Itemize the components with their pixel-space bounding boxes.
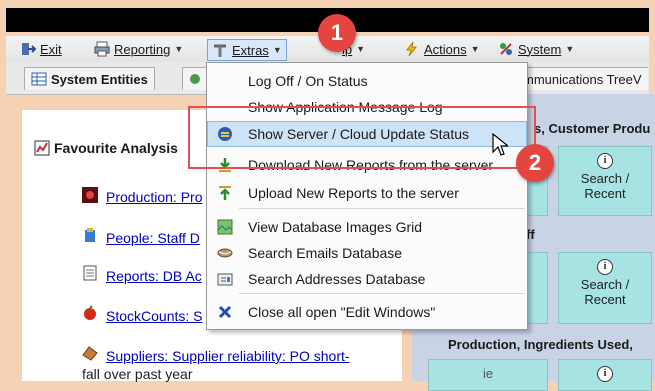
system-icon (500, 43, 512, 55)
section-production: Production, Ingredients Used, (448, 337, 633, 352)
tab-communications[interactable]: mmunications TreeV (516, 67, 648, 90)
table-icon (31, 72, 47, 86)
menu-item-label: Search Emails Database (248, 245, 403, 261)
mouse-cursor-icon (492, 133, 508, 156)
favourites-title: Favourite Analysis (54, 140, 178, 156)
chevron-down-icon: ▼ (174, 44, 184, 54)
tab-communications-label: mmunications TreeV (523, 71, 642, 87)
menu-exit[interactable]: Exit (20, 40, 62, 58)
printer-icon (94, 41, 110, 57)
tile-partial-text: ie (482, 366, 494, 381)
menu-reporting[interactable]: Reporting ▼ (94, 40, 183, 58)
fav-link-suppliers[interactable]: Suppliers: Supplier reliability: PO shor… (106, 348, 350, 364)
supplier-icon (82, 346, 98, 361)
apple-icon (84, 305, 96, 320)
menu-extras[interactable]: Extras ▼ (207, 39, 287, 61)
tile-label-line2: Recent (584, 292, 626, 307)
extras-dropdown-menu: Log Off / On Status Show Application Mes… (206, 62, 528, 330)
menu-item-label: Log Off / On Status (248, 73, 368, 89)
menu-item-close-edit-windows[interactable]: Close all open "Edit Windows" (208, 300, 526, 324)
chevron-down-icon: ▼ (470, 44, 480, 54)
addresses-icon (217, 273, 233, 286)
menu-reporting-label: Reporting (114, 41, 171, 57)
tile-label-line1: Search / (580, 277, 630, 292)
menu-item-search-emails[interactable]: Search Emails Database (208, 241, 526, 265)
step-badge-2: 2 (516, 144, 554, 182)
menu-item-label: View Database Images Grid (248, 219, 423, 235)
exit-icon (22, 43, 36, 55)
menu-separator (239, 293, 525, 294)
tile-label-line1: Search / (580, 171, 630, 186)
info-icon: i (597, 153, 613, 169)
tile-label-line2: Recent (584, 186, 626, 201)
menu-item-upload-reports[interactable]: Upload New Reports to the server (208, 181, 526, 205)
menu-actions[interactable]: Actions ▼ (404, 40, 480, 58)
emails-icon (217, 248, 233, 258)
upload-icon (219, 186, 231, 200)
fav-link-production[interactable]: Production: Pro (106, 189, 203, 205)
fav-link-stockcounts[interactable]: StockCounts: S (106, 308, 203, 324)
report-icon (83, 265, 97, 281)
info-icon: i (597, 366, 613, 382)
tab-partial[interactable] (182, 67, 208, 90)
tab-system-entities-label: System Entities (51, 71, 148, 87)
menu-system-label: System (518, 41, 562, 57)
tab-icon (190, 74, 200, 84)
fav-link-people[interactable]: People: Staff D (106, 230, 200, 246)
menu-extras-label: Extras (232, 42, 269, 58)
menu-separator (239, 208, 525, 209)
info-icon: i (597, 259, 613, 275)
tab-system-entities[interactable]: System Entities (24, 67, 155, 90)
close-icon (218, 305, 232, 319)
favourites-heading: Favourite Analysis (34, 140, 178, 156)
tools-icon (214, 44, 226, 57)
menu-exit-label: Exit (40, 41, 62, 57)
chevron-down-icon: ▼ (272, 45, 282, 55)
menu-system[interactable]: System ▼ (498, 40, 574, 58)
people-icon (85, 228, 95, 242)
menu-item-log-off[interactable]: Log Off / On Status (208, 69, 526, 93)
chevron-down-icon: ▼ (565, 44, 575, 54)
menu-item-search-addresses[interactable]: Search Addresses Database (208, 267, 526, 291)
tile-partial-4[interactable]: i (558, 359, 652, 391)
fav-link-suppliers-line2: fall over past year (82, 366, 193, 382)
menu-item-images-grid[interactable]: View Database Images Grid (208, 215, 526, 239)
menu-item-label: Upload New Reports to the server (248, 185, 459, 201)
highlight-box (188, 106, 536, 169)
chart-icon (34, 140, 50, 156)
tile-partial-3[interactable]: ie (428, 359, 548, 391)
menu-item-label: Search Addresses Database (248, 271, 426, 287)
step-badge-1: 1 (318, 14, 356, 52)
production-icon (82, 187, 98, 203)
tile-search-recent-1[interactable]: i Search / Recent (558, 146, 652, 216)
images-grid-icon (217, 219, 233, 235)
lightning-icon (406, 41, 418, 57)
tile-search-recent-2[interactable]: i Search / Recent (558, 252, 652, 324)
chevron-down-icon: ▼ (356, 44, 366, 54)
menu-item-label: Close all open "Edit Windows" (248, 304, 436, 320)
section-customer: s, Customer Produ (534, 121, 651, 136)
menu-actions-label: Actions (424, 41, 467, 57)
fav-link-reports[interactable]: Reports: DB Ac (106, 268, 202, 284)
